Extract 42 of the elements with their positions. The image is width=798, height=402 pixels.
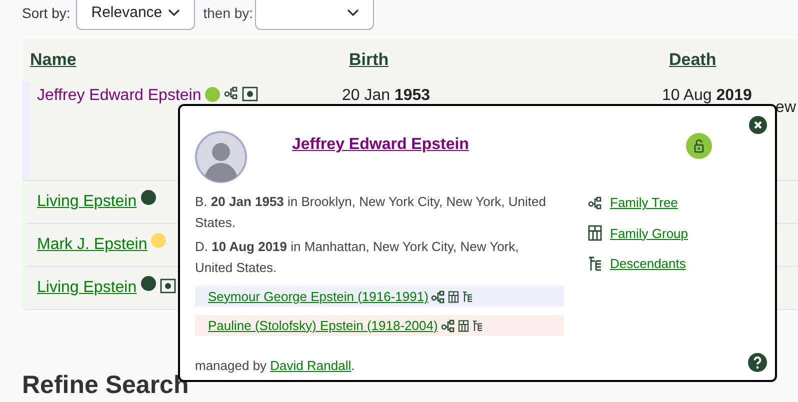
column-header[interactable]: Name [30, 50, 76, 69]
help-icon[interactable] [748, 353, 767, 372]
descendants-icon [588, 256, 602, 272]
profile-name-link[interactable]: Jeffrey Edward Epstein [292, 133, 469, 157]
close-icon[interactable] [749, 116, 767, 134]
manager-link[interactable]: David Randall [270, 358, 352, 373]
tree-icon [588, 196, 602, 210]
death-place: ew [776, 98, 797, 118]
parent-link[interactable]: Seymour George Epstein (1916-1991) [208, 286, 428, 306]
tree-icon [431, 290, 446, 304]
family-link[interactable]: Descendants [610, 254, 686, 274]
tree-icon [224, 86, 238, 100]
profile-card-icon [160, 278, 176, 294]
chevron-icon [168, 9, 180, 17]
sort-label: Sort by: [22, 4, 70, 23]
person-link[interactable]: Living Epstein [37, 190, 137, 214]
sort-dropdown[interactable]: Relevance [76, 0, 196, 30]
tree-icon [440, 318, 455, 332]
section-heading: Refine Search [22, 371, 190, 399]
grid-icon [448, 290, 460, 302]
person-link[interactable]: Mark J. Epstein [37, 233, 148, 257]
column-header[interactable]: Birth [349, 50, 389, 69]
family-link[interactable]: Family Group [610, 224, 688, 243]
descendants-icon [462, 290, 474, 302]
descendants-icon [472, 320, 483, 332]
birth-info: B. 20 Jan 1953 in Brooklyn, New York City, New York, United States. [195, 193, 547, 232]
grid-icon [458, 320, 469, 332]
then-by-label: then by: [203, 4, 254, 23]
lock-icon[interactable] [686, 133, 712, 159]
grid-icon [588, 225, 602, 242]
birth-date: 20 Jan 1953 [342, 86, 430, 106]
avatar [195, 131, 247, 183]
column-header[interactable]: Death [669, 50, 716, 69]
parent-link[interactable]: Pauline (Stolofsky) Epstein (1918-2004) [208, 316, 438, 336]
person-link[interactable]: Jeffrey Edward Epstein [37, 84, 202, 108]
death-date: 10 Aug 2019 [662, 86, 752, 106]
profile-card-icon [242, 86, 258, 102]
family-link[interactable]: Family Tree [610, 193, 678, 212]
chevron-icon [347, 9, 360, 17]
death-info: D. 10 Aug 2019 in Manhattan, New York City, New York, United States. [195, 238, 520, 277]
person-link[interactable]: Living Epstein [37, 276, 137, 300]
managed-by-text: managed by David Randall. [195, 357, 355, 375]
